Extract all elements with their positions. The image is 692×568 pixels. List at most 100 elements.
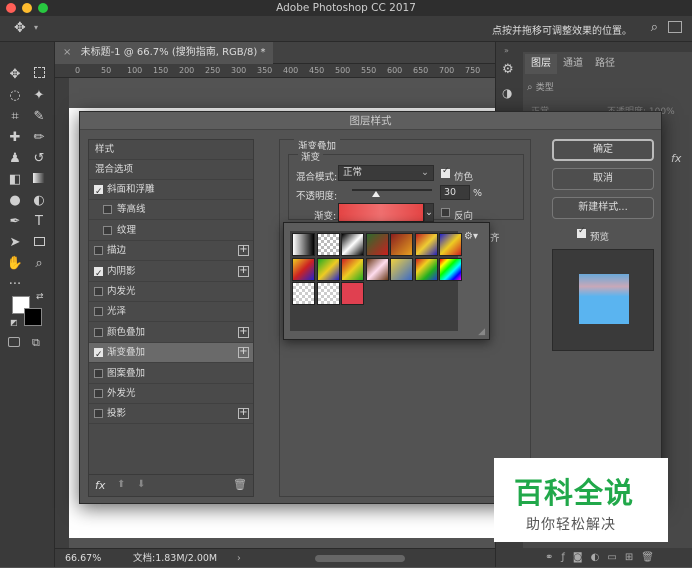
style-item-checkbox[interactable] bbox=[103, 205, 112, 215]
background-color-swatch[interactable] bbox=[24, 308, 42, 326]
default-colors-icon[interactable]: ◩ bbox=[10, 318, 18, 327]
close-window-button[interactable] bbox=[6, 3, 16, 13]
gradient-swatch[interactable] bbox=[292, 257, 315, 281]
mask-icon[interactable]: ◙ bbox=[573, 552, 591, 563]
screen-mode-icon[interactable]: ⧉ bbox=[32, 336, 40, 350]
opacity-input[interactable]: 30 bbox=[440, 185, 470, 200]
style-item[interactable]: 斜面和浮雕 bbox=[89, 180, 253, 202]
gradient-swatch[interactable] bbox=[390, 257, 413, 281]
gradient-swatch[interactable] bbox=[365, 257, 389, 281]
document-tab[interactable]: × 未标题-1 @ 66.7% (搜狗指南, RGB/8) * bbox=[55, 42, 274, 64]
zoom-tool-icon[interactable]: ⌕ bbox=[30, 255, 48, 273]
gradient-swatch[interactable] bbox=[341, 233, 364, 256]
hand-tool-icon[interactable]: ✋ bbox=[6, 255, 24, 273]
style-item-checkbox[interactable] bbox=[103, 225, 112, 235]
brush-tool-icon[interactable]: ✏ bbox=[30, 129, 48, 147]
add-style-instance-button[interactable]: + bbox=[238, 326, 249, 338]
swap-colors-icon[interactable]: ⇄ bbox=[36, 292, 44, 302]
style-item-checkbox[interactable] bbox=[94, 327, 103, 337]
gradient-tool-icon[interactable] bbox=[30, 171, 48, 189]
gradient-swatch[interactable] bbox=[316, 233, 340, 256]
path-select-tool-icon[interactable]: ➤ bbox=[6, 234, 24, 252]
add-style-instance-button[interactable]: + bbox=[238, 245, 249, 257]
ok-button[interactable]: 确定 bbox=[552, 139, 654, 161]
chevron-down-icon[interactable]: ▾ bbox=[34, 23, 38, 32]
minimize-window-button[interactable] bbox=[22, 3, 32, 13]
group-icon[interactable]: ▭ bbox=[607, 552, 624, 563]
gradient-swatch[interactable] bbox=[292, 282, 315, 305]
style-item[interactable]: 纹理 bbox=[89, 221, 253, 241]
new-layer-icon[interactable]: ⊞ bbox=[625, 552, 641, 563]
move-up-icon[interactable]: ⬆ bbox=[117, 479, 125, 490]
marquee-tool-icon[interactable] bbox=[30, 66, 48, 84]
type-tool-icon[interactable]: T bbox=[30, 213, 48, 231]
trash-icon[interactable]: 🗑 bbox=[641, 552, 662, 563]
adjustment-layer-icon[interactable]: ◐ bbox=[591, 552, 608, 563]
fx-icon[interactable]: ƒ bbox=[561, 552, 573, 563]
add-style-instance-button[interactable]: + bbox=[238, 347, 249, 359]
layer-filter-select[interactable]: ⌕ 类型 bbox=[527, 80, 589, 96]
new-style-button[interactable]: 新建样式... bbox=[552, 197, 654, 219]
tab-paths[interactable]: 路径 bbox=[589, 54, 621, 74]
opacity-slider-track[interactable] bbox=[352, 189, 432, 191]
stamp-tool-icon[interactable]: ♟ bbox=[6, 150, 24, 168]
style-item-checkbox[interactable] bbox=[94, 246, 103, 256]
pen-tool-icon[interactable]: ✒ bbox=[6, 213, 24, 231]
lasso-tool-icon[interactable]: ◌ bbox=[6, 87, 24, 105]
gear-icon[interactable]: ⚙▾ bbox=[464, 231, 478, 242]
workspace-icon[interactable] bbox=[668, 21, 682, 33]
gradient-swatch[interactable] bbox=[390, 233, 413, 256]
style-item[interactable]: 描边 + bbox=[89, 241, 253, 262]
style-item[interactable]: 内发光 bbox=[89, 282, 253, 302]
reverse-checkbox[interactable] bbox=[441, 208, 450, 217]
gradient-swatch[interactable] bbox=[365, 233, 389, 256]
crop-tool-icon[interactable]: ⌗ bbox=[6, 108, 24, 126]
preview-checkbox[interactable] bbox=[577, 226, 586, 238]
tab-layers[interactable]: 图层 bbox=[525, 54, 557, 74]
dither-checkbox[interactable] bbox=[441, 166, 450, 178]
style-item[interactable]: 渐变叠加 + bbox=[89, 343, 253, 365]
magic-wand-tool-icon[interactable]: ✦ bbox=[30, 87, 48, 105]
gradient-swatch[interactable] bbox=[439, 257, 462, 281]
blend-mode-select[interactable]: 正常 ⌄ bbox=[338, 165, 434, 181]
gradient-swatch[interactable] bbox=[292, 233, 315, 256]
gradient-swatch[interactable] bbox=[414, 233, 438, 256]
dodge-tool-icon[interactable]: ◐ bbox=[30, 192, 48, 210]
resize-handle-icon[interactable]: ◢ bbox=[478, 327, 485, 337]
adjustments-icon[interactable]: ◑ bbox=[502, 86, 512, 100]
styles-header[interactable]: 样式 bbox=[89, 140, 253, 160]
collapse-icon[interactable]: » bbox=[504, 46, 509, 55]
move-tool-icon[interactable]: ✥ bbox=[14, 20, 26, 36]
gradient-swatch[interactable] bbox=[316, 257, 340, 281]
maximize-window-button[interactable] bbox=[38, 3, 48, 13]
gradient-swatch[interactable] bbox=[341, 282, 364, 305]
healing-brush-tool-icon[interactable]: ✚ bbox=[6, 129, 24, 147]
horizontal-scrollbar[interactable] bbox=[315, 555, 405, 562]
gradient-swatch[interactable] bbox=[316, 282, 340, 305]
style-item[interactable]: 外发光 bbox=[89, 384, 253, 404]
search-icon[interactable]: ⌕ bbox=[651, 20, 658, 35]
gradient-preview-bar[interactable] bbox=[338, 203, 424, 222]
style-item-checkbox[interactable] bbox=[94, 409, 103, 419]
plugin-icon[interactable]: ⚙ bbox=[502, 62, 514, 77]
style-item-checkbox[interactable] bbox=[94, 264, 103, 284]
style-item-checkbox[interactable] bbox=[94, 389, 103, 398]
gradient-swatch[interactable] bbox=[414, 257, 438, 281]
style-item-checkbox[interactable] bbox=[94, 368, 103, 378]
tab-channels[interactable]: 通道 bbox=[557, 54, 589, 74]
gradient-swatch[interactable] bbox=[439, 233, 462, 256]
blur-tool-icon[interactable]: ● bbox=[6, 192, 24, 210]
style-item-checkbox[interactable] bbox=[94, 182, 103, 202]
move-tool-icon[interactable]: ✥ bbox=[6, 66, 24, 84]
blend-options-item[interactable]: 混合选项 bbox=[89, 160, 253, 180]
history-brush-tool-icon[interactable]: ↺ bbox=[30, 150, 48, 168]
style-item[interactable]: 内阴影 + bbox=[89, 262, 253, 284]
gradient-swatch[interactable] bbox=[341, 257, 364, 281]
style-item[interactable]: 图案叠加 bbox=[89, 364, 253, 384]
layer-fx-icon[interactable]: fx bbox=[671, 152, 681, 165]
link-layers-icon[interactable]: ⚭ bbox=[545, 552, 561, 563]
cancel-button[interactable]: 取消 bbox=[552, 168, 654, 190]
eyedropper-tool-icon[interactable]: ✎ bbox=[30, 108, 48, 126]
move-down-icon[interactable]: ⬇ bbox=[137, 479, 145, 490]
add-style-instance-button[interactable]: + bbox=[238, 265, 249, 277]
